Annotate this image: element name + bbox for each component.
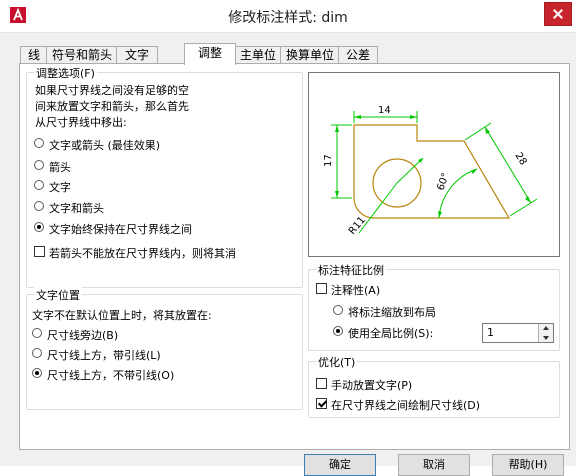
radio-circle (34, 222, 44, 232)
tab-text[interactable]: 文字 (116, 46, 158, 64)
radio-circle (34, 138, 44, 148)
fit-description-line-2: 间来放置文字和箭头，那么首先 (35, 100, 189, 113)
checkbox-label: 注释性(A) (331, 284, 381, 297)
radio-label: 尺寸线上方，不带引线(O) (47, 369, 175, 382)
radio-circle (333, 305, 343, 315)
overall-scale-stepper[interactable]: 1 (482, 323, 554, 343)
ok-button[interactable]: 确定 (304, 454, 376, 476)
spin-buttons (538, 324, 553, 342)
checkbox-box (316, 283, 327, 294)
radio-label: 文字或箭头 (最佳效果) (49, 139, 161, 152)
radio-circle (34, 201, 44, 211)
tab-panel-fit: 调整选项(F) 如果尺寸界线之间没有足够的空 间来放置文字和箭头，那么首先 从尺… (19, 63, 570, 450)
radio-label: 使用全局比例(S): (348, 327, 434, 340)
checkbox-label: 在尺寸界线之间绘制尺寸线(D) (331, 399, 481, 412)
radio-circle (34, 180, 44, 190)
radio-circle (32, 368, 42, 378)
checkbox-label: 手动放置文字(P) (331, 379, 413, 392)
preview-arrow-marks (335, 115, 531, 218)
dim-label-right: 28 (512, 151, 528, 168)
dim-label-left: 17 (323, 154, 334, 167)
dimension-preview: 14 17 28 60° R11 (323, 105, 538, 237)
fit-options-title: 调整选项(F) (34, 65, 97, 81)
radio-circle (32, 348, 42, 358)
fine-tuning-title: 优化(T) (316, 354, 358, 370)
radio-circle (34, 160, 44, 170)
tab-primary-units[interactable]: 主单位 (234, 46, 282, 64)
help-button[interactable]: 帮助(H) (492, 454, 564, 476)
radio-circle (333, 326, 343, 336)
radio-label: 尺寸线旁边(B) (47, 329, 119, 342)
preview-geometry (353, 124, 511, 219)
cancel-button[interactable]: 取消 (398, 454, 470, 476)
scale-title: 标注特征比例 (316, 262, 386, 278)
preview-outline (353, 124, 511, 219)
checkbox-box (316, 398, 327, 409)
checkbox-label: 若箭头不能放在尺寸界线内，则将其消 (49, 247, 236, 260)
dialog-body: 线 符号和箭头 文字 调整 主单位 换算单位 公差 调整选项(F) 如果尺寸界线… (0, 33, 576, 476)
spin-down-icon[interactable] (539, 333, 553, 342)
radio-label: 文字始终保持在尺寸界线之间 (49, 223, 192, 236)
window-title: 修改标注样式: dim (228, 10, 348, 26)
tab-lines[interactable]: 线 (20, 46, 48, 64)
radio-label: 文字和箭头 (49, 202, 104, 215)
tab-fit[interactable]: 调整 (184, 43, 236, 65)
radio-label: 将标注缩放到布局 (348, 306, 436, 319)
tab-tolerances[interactable]: 公差 (338, 46, 378, 64)
radio-label: 尺寸线上方，带引线(L) (47, 349, 161, 362)
radio-label: 文字 (49, 181, 71, 194)
title-bar: 修改标注样式: dim (0, 0, 576, 33)
fit-options-group: 调整选项(F) 如果尺寸界线之间没有足够的空 间来放置文字和箭头，那么首先 从尺… (26, 65, 303, 288)
close-button[interactable] (544, 2, 572, 26)
fine-tuning-group: 优化(T) 手动放置文字(P) 在尺寸界线之间绘制尺寸线(D) (308, 354, 560, 418)
checkbox-box (34, 246, 45, 257)
radio-label: 箭头 (49, 161, 71, 174)
fit-description-line-3: 从尺寸界线中移出: (35, 116, 127, 129)
fit-description-line-1: 如果尺寸界线之间没有足够的空 (35, 84, 189, 97)
text-placement-description: 文字不在默认位置上时，将其放置在: (32, 309, 212, 322)
tab-symbols-arrows[interactable]: 符号和箭头 (46, 46, 118, 64)
radio-circle (32, 328, 42, 338)
preview-box: 14 17 28 60° R11 (308, 72, 560, 257)
overall-scale-value: 1 (487, 326, 494, 339)
checkbox-box (316, 378, 327, 389)
text-placement-title: 文字位置 (34, 287, 82, 303)
tab-alternate-units[interactable]: 换算单位 (280, 46, 340, 64)
dim-label-top: 14 (378, 105, 391, 116)
text-placement-group: 文字位置 文字不在默认位置上时，将其放置在: 尺寸线旁边(B) 尺寸线上方，带引… (26, 287, 303, 410)
